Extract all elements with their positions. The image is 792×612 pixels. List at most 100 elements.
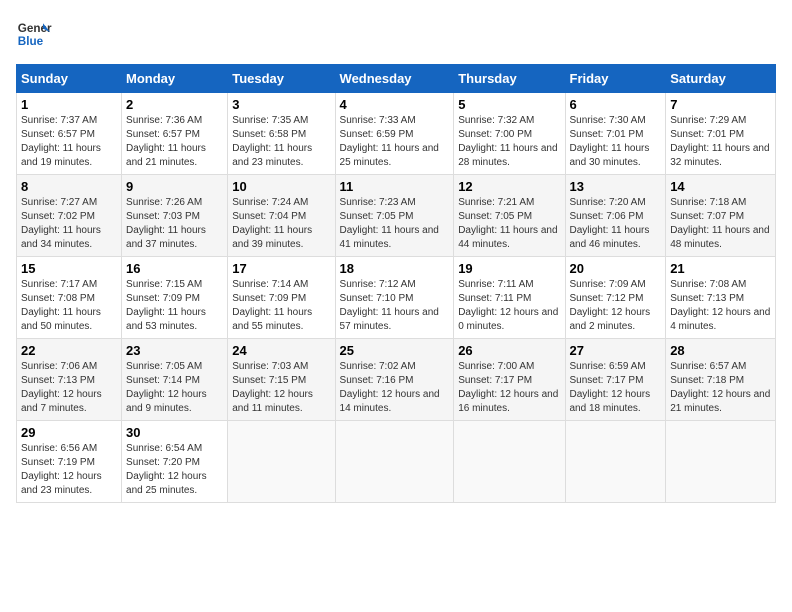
day-number: 10: [232, 179, 330, 194]
day-number: 18: [340, 261, 450, 276]
day-number: 23: [126, 343, 223, 358]
calendar-cell: 12 Sunrise: 7:21 AMSunset: 7:05 PMDaylig…: [454, 175, 565, 257]
day-number: 6: [570, 97, 662, 112]
day-number: 5: [458, 97, 560, 112]
day-info: Sunrise: 7:00 AMSunset: 7:17 PMDaylight:…: [458, 361, 558, 414]
week-row-4: 22 Sunrise: 7:06 AMSunset: 7:13 PMDaylig…: [17, 339, 776, 421]
calendar-table: SundayMondayTuesdayWednesdayThursdayFrid…: [16, 64, 776, 503]
day-info: Sunrise: 7:05 AMSunset: 7:14 PMDaylight:…: [126, 361, 207, 414]
day-number: 26: [458, 343, 560, 358]
day-info: Sunrise: 7:32 AMSunset: 7:00 PMDaylight:…: [458, 115, 557, 168]
day-number: 8: [21, 179, 117, 194]
day-number: 15: [21, 261, 117, 276]
logo-icon: General Blue: [16, 16, 52, 52]
day-info: Sunrise: 7:18 AMSunset: 7:07 PMDaylight:…: [670, 197, 769, 250]
day-number: 25: [340, 343, 450, 358]
day-number: 2: [126, 97, 223, 112]
day-number: 22: [21, 343, 117, 358]
day-info: Sunrise: 7:29 AMSunset: 7:01 PMDaylight:…: [670, 115, 769, 168]
col-header-tuesday: Tuesday: [228, 65, 335, 93]
calendar-cell: [565, 421, 666, 503]
day-number: 29: [21, 425, 117, 440]
calendar-cell: 14 Sunrise: 7:18 AMSunset: 7:07 PMDaylig…: [666, 175, 776, 257]
day-info: Sunrise: 7:27 AMSunset: 7:02 PMDaylight:…: [21, 197, 101, 250]
day-info: Sunrise: 7:12 AMSunset: 7:10 PMDaylight:…: [340, 279, 439, 332]
day-info: Sunrise: 7:17 AMSunset: 7:08 PMDaylight:…: [21, 279, 101, 332]
col-header-monday: Monday: [122, 65, 228, 93]
day-info: Sunrise: 7:03 AMSunset: 7:15 PMDaylight:…: [232, 361, 313, 414]
calendar-cell: [228, 421, 335, 503]
calendar-cell: 23 Sunrise: 7:05 AMSunset: 7:14 PMDaylig…: [122, 339, 228, 421]
calendar-cell: 16 Sunrise: 7:15 AMSunset: 7:09 PMDaylig…: [122, 257, 228, 339]
calendar-cell: 15 Sunrise: 7:17 AMSunset: 7:08 PMDaylig…: [17, 257, 122, 339]
day-info: Sunrise: 6:59 AMSunset: 7:17 PMDaylight:…: [570, 361, 651, 414]
day-info: Sunrise: 7:15 AMSunset: 7:09 PMDaylight:…: [126, 279, 206, 332]
calendar-cell: 6 Sunrise: 7:30 AMSunset: 7:01 PMDayligh…: [565, 93, 666, 175]
day-info: Sunrise: 7:30 AMSunset: 7:01 PMDaylight:…: [570, 115, 650, 168]
week-row-3: 15 Sunrise: 7:17 AMSunset: 7:08 PMDaylig…: [17, 257, 776, 339]
day-info: Sunrise: 7:35 AMSunset: 6:58 PMDaylight:…: [232, 115, 312, 168]
calendar-cell: 10 Sunrise: 7:24 AMSunset: 7:04 PMDaylig…: [228, 175, 335, 257]
day-number: 20: [570, 261, 662, 276]
calendar-cell: [335, 421, 454, 503]
day-number: 12: [458, 179, 560, 194]
col-header-saturday: Saturday: [666, 65, 776, 93]
col-header-sunday: Sunday: [17, 65, 122, 93]
day-number: 24: [232, 343, 330, 358]
calendar-cell: 2 Sunrise: 7:36 AMSunset: 6:57 PMDayligh…: [122, 93, 228, 175]
calendar-cell: 13 Sunrise: 7:20 AMSunset: 7:06 PMDaylig…: [565, 175, 666, 257]
calendar-cell: 4 Sunrise: 7:33 AMSunset: 6:59 PMDayligh…: [335, 93, 454, 175]
calendar-cell: 17 Sunrise: 7:14 AMSunset: 7:09 PMDaylig…: [228, 257, 335, 339]
calendar-cell: 24 Sunrise: 7:03 AMSunset: 7:15 PMDaylig…: [228, 339, 335, 421]
day-number: 16: [126, 261, 223, 276]
day-number: 7: [670, 97, 771, 112]
calendar-cell: 8 Sunrise: 7:27 AMSunset: 7:02 PMDayligh…: [17, 175, 122, 257]
calendar-cell: 5 Sunrise: 7:32 AMSunset: 7:00 PMDayligh…: [454, 93, 565, 175]
calendar-header: SundayMondayTuesdayWednesdayThursdayFrid…: [17, 65, 776, 93]
day-number: 3: [232, 97, 330, 112]
day-number: 28: [670, 343, 771, 358]
day-info: Sunrise: 6:56 AMSunset: 7:19 PMDaylight:…: [21, 443, 102, 496]
day-info: Sunrise: 7:26 AMSunset: 7:03 PMDaylight:…: [126, 197, 206, 250]
svg-text:Blue: Blue: [18, 35, 44, 48]
calendar-cell: 3 Sunrise: 7:35 AMSunset: 6:58 PMDayligh…: [228, 93, 335, 175]
day-number: 11: [340, 179, 450, 194]
calendar-cell: 27 Sunrise: 6:59 AMSunset: 7:17 PMDaylig…: [565, 339, 666, 421]
day-info: Sunrise: 7:08 AMSunset: 7:13 PMDaylight:…: [670, 279, 770, 332]
day-info: Sunrise: 7:14 AMSunset: 7:09 PMDaylight:…: [232, 279, 312, 332]
day-info: Sunrise: 7:33 AMSunset: 6:59 PMDaylight:…: [340, 115, 439, 168]
calendar-cell: 11 Sunrise: 7:23 AMSunset: 7:05 PMDaylig…: [335, 175, 454, 257]
calendar-cell: 20 Sunrise: 7:09 AMSunset: 7:12 PMDaylig…: [565, 257, 666, 339]
day-number: 30: [126, 425, 223, 440]
header: General Blue: [16, 16, 776, 52]
day-number: 9: [126, 179, 223, 194]
day-info: Sunrise: 7:21 AMSunset: 7:05 PMDaylight:…: [458, 197, 557, 250]
day-number: 19: [458, 261, 560, 276]
day-info: Sunrise: 7:02 AMSunset: 7:16 PMDaylight:…: [340, 361, 440, 414]
col-header-thursday: Thursday: [454, 65, 565, 93]
calendar-cell: 21 Sunrise: 7:08 AMSunset: 7:13 PMDaylig…: [666, 257, 776, 339]
day-number: 4: [340, 97, 450, 112]
day-number: 21: [670, 261, 771, 276]
day-info: Sunrise: 7:20 AMSunset: 7:06 PMDaylight:…: [570, 197, 650, 250]
day-info: Sunrise: 7:11 AMSunset: 7:11 PMDaylight:…: [458, 279, 558, 332]
day-number: 1: [21, 97, 117, 112]
logo: General Blue: [16, 16, 52, 52]
calendar-cell: 22 Sunrise: 7:06 AMSunset: 7:13 PMDaylig…: [17, 339, 122, 421]
calendar-cell: 19 Sunrise: 7:11 AMSunset: 7:11 PMDaylig…: [454, 257, 565, 339]
day-info: Sunrise: 7:23 AMSunset: 7:05 PMDaylight:…: [340, 197, 439, 250]
calendar-cell: 9 Sunrise: 7:26 AMSunset: 7:03 PMDayligh…: [122, 175, 228, 257]
calendar-cell: 18 Sunrise: 7:12 AMSunset: 7:10 PMDaylig…: [335, 257, 454, 339]
day-number: 27: [570, 343, 662, 358]
calendar-cell: 28 Sunrise: 6:57 AMSunset: 7:18 PMDaylig…: [666, 339, 776, 421]
week-row-2: 8 Sunrise: 7:27 AMSunset: 7:02 PMDayligh…: [17, 175, 776, 257]
week-row-5: 29 Sunrise: 6:56 AMSunset: 7:19 PMDaylig…: [17, 421, 776, 503]
day-info: Sunrise: 7:36 AMSunset: 6:57 PMDaylight:…: [126, 115, 206, 168]
day-number: 17: [232, 261, 330, 276]
day-info: Sunrise: 6:57 AMSunset: 7:18 PMDaylight:…: [670, 361, 770, 414]
col-header-wednesday: Wednesday: [335, 65, 454, 93]
week-row-1: 1 Sunrise: 7:37 AMSunset: 6:57 PMDayligh…: [17, 93, 776, 175]
calendar-cell: 26 Sunrise: 7:00 AMSunset: 7:17 PMDaylig…: [454, 339, 565, 421]
day-info: Sunrise: 7:06 AMSunset: 7:13 PMDaylight:…: [21, 361, 102, 414]
day-number: 13: [570, 179, 662, 194]
